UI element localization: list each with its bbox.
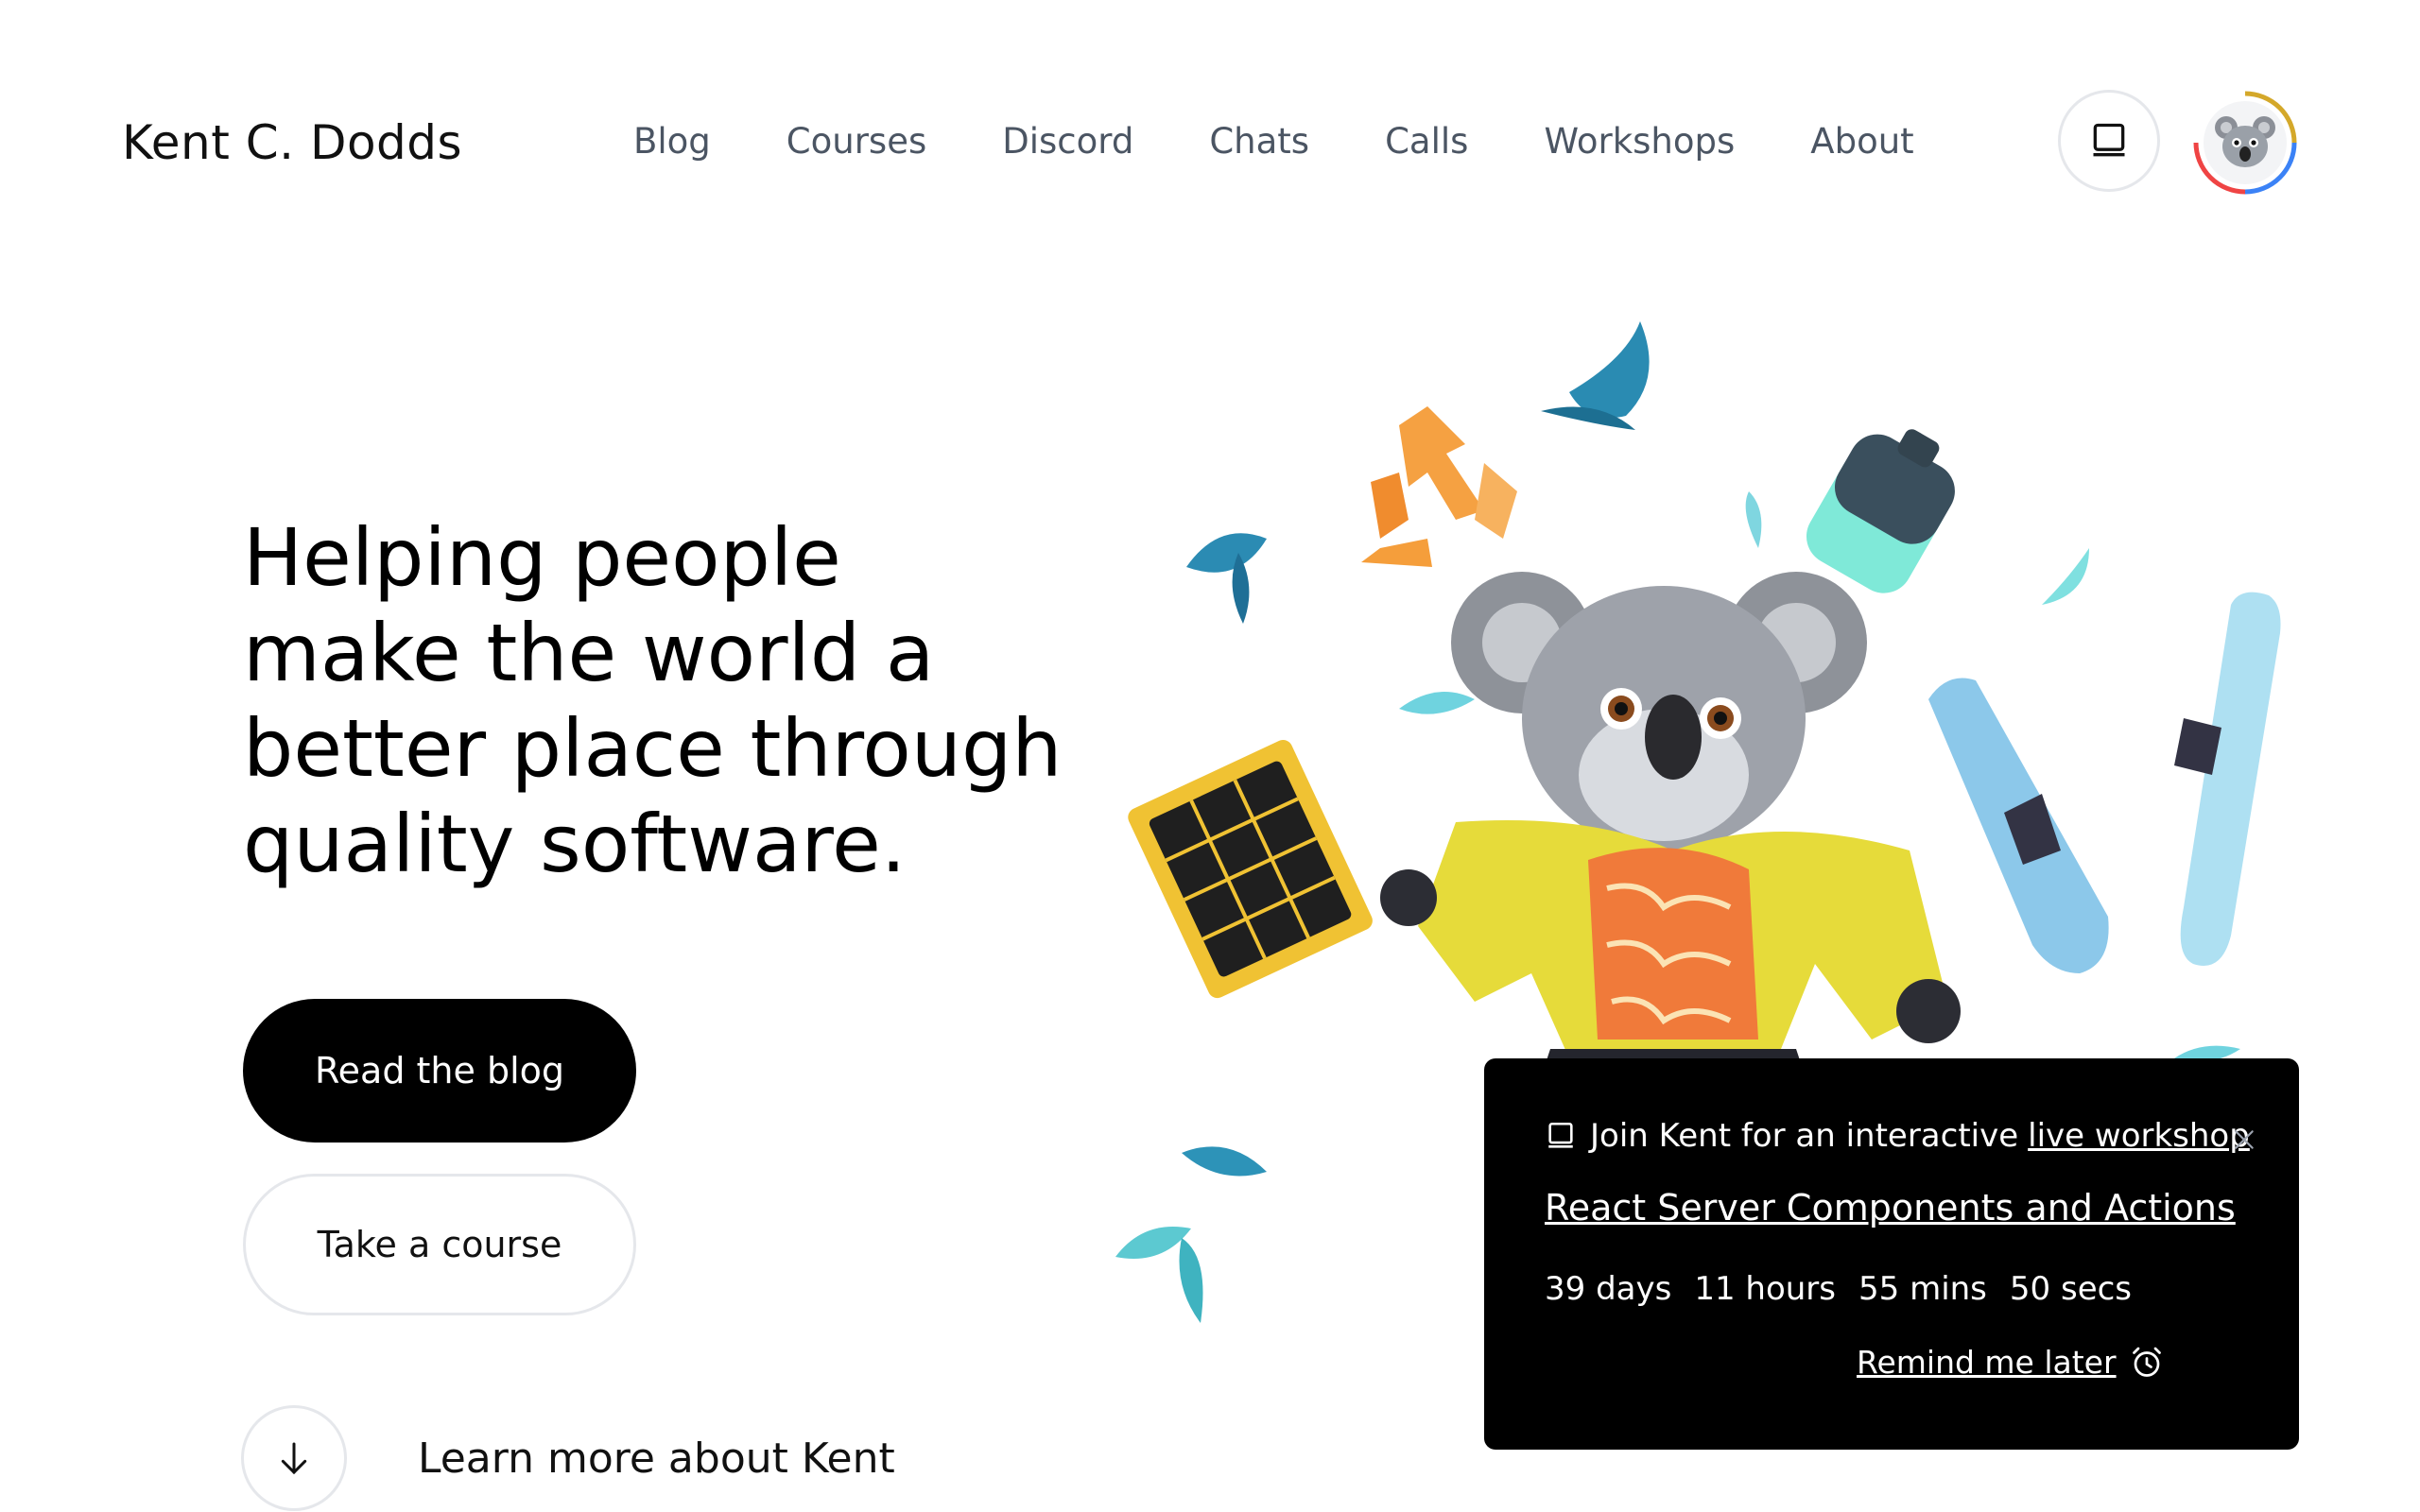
read-blog-button[interactable]: Read the blog: [243, 999, 636, 1143]
nav-discord[interactable]: Discord: [1002, 113, 1133, 170]
close-icon: [2235, 1130, 2254, 1149]
countdown-mins: 55 mins: [1858, 1270, 1987, 1308]
avatar-ring: [2193, 91, 2297, 195]
countdown-hours: 11 hours: [1694, 1270, 1836, 1308]
popup-intro: Join Kent for an interactive live worksh…: [1545, 1117, 2250, 1155]
nav-blog[interactable]: Blog: [633, 113, 711, 170]
leaf-icon: [2042, 548, 2089, 605]
take-course-button[interactable]: Take a course: [243, 1174, 636, 1315]
leaf-icon: [1745, 491, 1762, 548]
recycle-icon: [1361, 406, 1517, 567]
workshop-popup: Join Kent for an interactive live worksh…: [1484, 1058, 2299, 1450]
leaf-icon: [1186, 533, 1267, 573]
profile-avatar-button[interactable]: [2192, 90, 2298, 196]
nav-about[interactable]: About: [1810, 113, 1913, 170]
main-nav: Blog Courses Discord Chats Calls Worksho…: [633, 113, 1990, 170]
skis-icon: [1928, 592, 2281, 973]
battery-icon: [1806, 429, 1955, 593]
nav-calls[interactable]: Calls: [1385, 113, 1468, 170]
solar-panel-icon: [1128, 739, 1373, 999]
arrow-down-icon: [281, 1442, 307, 1475]
hero-title: Helping people make the world a better p…: [243, 511, 1063, 890]
popup-intro-text: Join Kent for an interactive: [1590, 1117, 2019, 1155]
laptop-icon: [1545, 1120, 1577, 1152]
leaf-icon: [1182, 1146, 1267, 1177]
leaf-icon: [1569, 321, 1650, 419]
live-workshop-link[interactable]: live workshop: [2028, 1117, 2250, 1155]
workshop-title-link[interactable]: React Server Components and Actions: [1545, 1187, 2236, 1228]
site-logo[interactable]: Kent C. Dodds: [122, 112, 462, 174]
nav-chats[interactable]: Chats: [1209, 113, 1309, 170]
leaf-icon: [1399, 692, 1475, 714]
leaf-icon: [1179, 1238, 1203, 1323]
remind-label: Remind me later: [1857, 1344, 2117, 1381]
nav-courses[interactable]: Courses: [786, 113, 926, 170]
learn-more-link[interactable]: Learn more about Kent: [241, 1404, 895, 1512]
nav-workshops[interactable]: Workshops: [1544, 113, 1735, 170]
close-popup-button[interactable]: [2229, 1125, 2259, 1155]
leaf-icon: [1232, 553, 1250, 624]
learn-more-button[interactable]: [241, 1405, 347, 1511]
laptop-icon: [2093, 123, 2125, 157]
countdown-days: 39 days: [1545, 1270, 1672, 1308]
theme-toggle-button[interactable]: [2058, 90, 2160, 192]
alarm-clock-icon: [2132, 1347, 2161, 1377]
countdown-secs: 50 secs: [2009, 1270, 2133, 1308]
remind-me-later-button[interactable]: Remind me later: [1857, 1344, 2164, 1381]
koala-mascot-icon: [1380, 572, 1961, 1134]
learn-more-label: Learn more about Kent: [418, 1434, 895, 1483]
countdown: 39 days 11 hours 55 mins 50 secs: [1545, 1270, 2154, 1308]
